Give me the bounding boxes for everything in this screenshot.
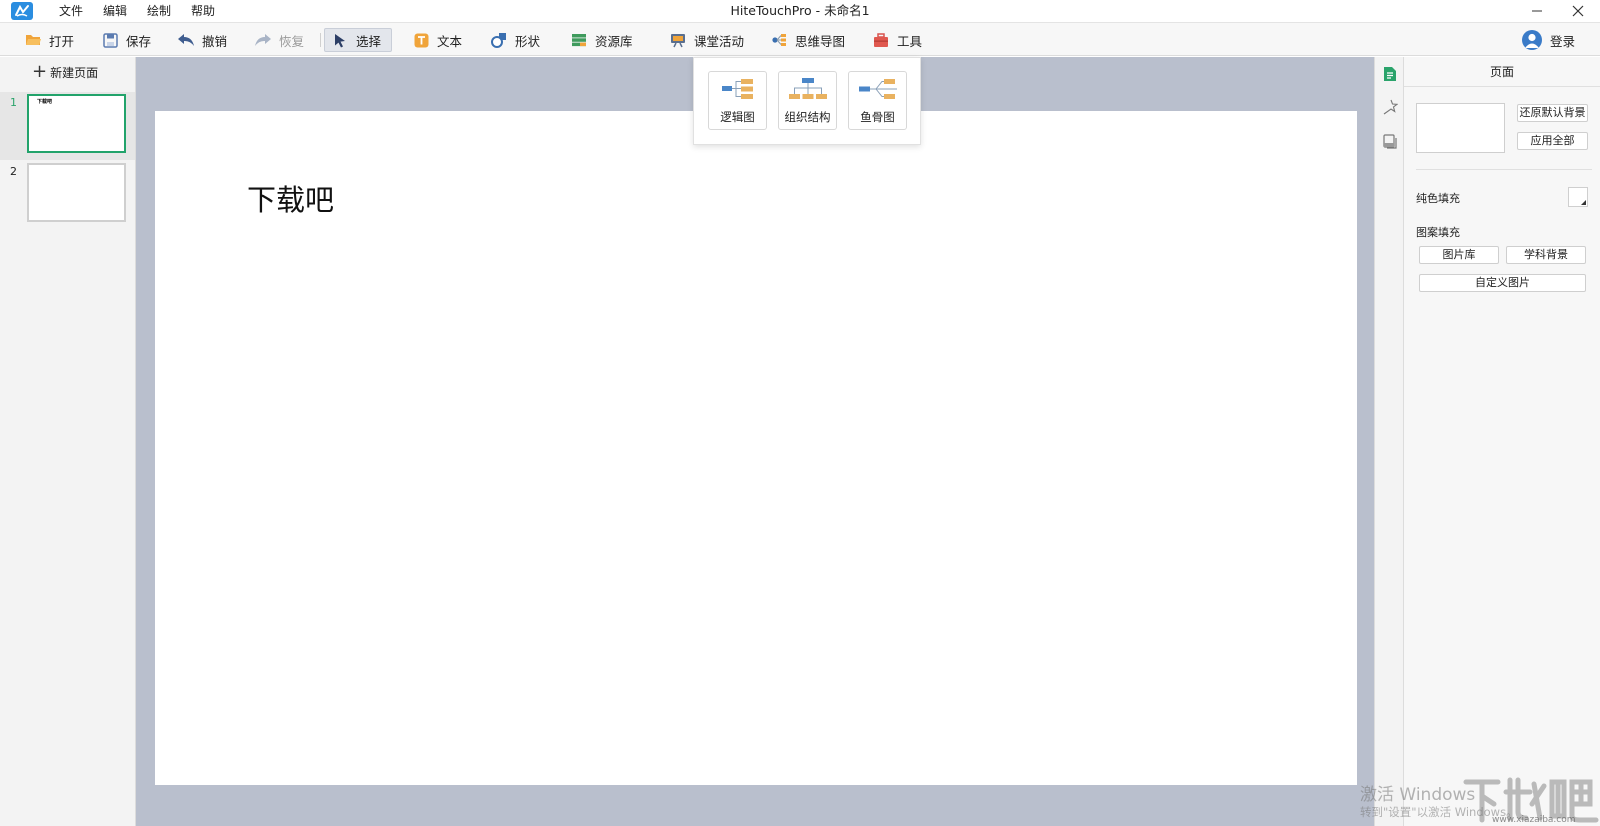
property-tabs-strip <box>1374 57 1404 826</box>
solid-fill-label: 纯色填充 <box>1416 192 1460 205</box>
page-icon <box>1384 67 1396 81</box>
layers-icon <box>1382 133 1397 149</box>
folder-icon <box>24 31 42 49</box>
classroom-icon <box>669 31 687 49</box>
resources-icon <box>570 31 588 49</box>
save-icon <box>101 31 119 49</box>
panel-title: 页面 <box>1404 57 1600 87</box>
main-toolbar: 打开 保存 撤销 恢复 选择 文本 形状 资源库 课堂活动 思维导图 工具 登录 <box>0 22 1600 56</box>
text-label: 文本 <box>437 33 463 49</box>
page-number: 1 <box>10 96 17 109</box>
apply-all-button[interactable]: 应用全部 <box>1517 132 1588 150</box>
logic-diagram-icon <box>709 77 766 103</box>
page-thumbnail-row[interactable]: 1 下载吧 <box>0 92 135 160</box>
open-button[interactable]: 打开 <box>18 28 80 52</box>
window-title: HiteTouchPro - 未命名1 <box>730 3 870 18</box>
pattern-fill-label: 图案填充 <box>1416 226 1460 239</box>
menu-bar: 文件 编辑 绘制 帮助 <box>49 0 225 22</box>
undo-icon <box>177 31 195 49</box>
close-icon <box>1572 5 1584 17</box>
logic-diagram-option[interactable]: 逻辑图 <box>708 71 767 130</box>
cursor-icon <box>331 31 349 49</box>
mindmap-icon <box>770 31 788 49</box>
redo-button[interactable]: 恢复 <box>248 28 310 52</box>
page-thumbnail-row[interactable]: 2 <box>0 161 135 229</box>
thumbnail-text: 下载吧 <box>37 99 53 105</box>
org-chart-label: 组织结构 <box>784 110 831 124</box>
panel-divider <box>1416 169 1592 170</box>
tools-label: 工具 <box>897 33 923 49</box>
undo-label: 撤销 <box>202 33 228 49</box>
menu-edit[interactable]: 编辑 <box>93 0 137 22</box>
page-thumbnail[interactable] <box>27 163 126 222</box>
resources-button[interactable]: 资源库 <box>564 28 639 52</box>
org-chart-icon <box>779 77 836 103</box>
login-button[interactable]: 登录 <box>1522 28 1575 52</box>
shape-icon <box>490 31 508 49</box>
fishbone-option[interactable]: 鱼骨图 <box>848 71 907 130</box>
layers-tab[interactable] <box>1380 131 1400 151</box>
redo-icon <box>254 31 272 49</box>
slide-canvas[interactable]: 下载吧 <box>155 111 1357 785</box>
select-label: 选择 <box>356 33 382 49</box>
fishbone-label: 鱼骨图 <box>860 110 895 124</box>
fill-color-picker[interactable] <box>1568 187 1588 207</box>
pages-panel: + 新建页面 1 下载吧 2 <box>0 57 136 826</box>
workspace: 下载吧 <box>136 57 1374 826</box>
login-label: 登录 <box>1550 33 1576 49</box>
fishbone-icon <box>849 77 906 103</box>
open-label: 打开 <box>49 33 75 49</box>
menu-file[interactable]: 文件 <box>49 0 93 22</box>
title-bar: 文件 编辑 绘制 帮助 HiteTouchPro - 未命名1 <box>0 0 1600 22</box>
new-page-label: 新建页面 <box>50 65 99 80</box>
shape-button[interactable]: 形状 <box>484 28 546 52</box>
page-number: 2 <box>10 165 17 178</box>
minimize-button[interactable] <box>1517 0 1557 22</box>
toolbox-icon <box>872 31 890 49</box>
page-properties-tab[interactable] <box>1380 64 1400 84</box>
mindmap-dropdown: 逻辑图 组织结构 鱼骨图 <box>693 57 921 145</box>
restore-default-bg-button[interactable]: 还原默认背景 <box>1517 104 1588 122</box>
user-avatar-icon <box>1522 30 1542 50</box>
undo-button[interactable]: 撤销 <box>171 28 233 52</box>
plus-icon: + <box>32 61 48 82</box>
canvas-text-box[interactable]: 下载吧 <box>247 177 334 219</box>
shape-label: 形状 <box>515 33 541 49</box>
mindmap-label: 思维导图 <box>795 33 846 49</box>
page-thumbnail[interactable]: 下载吧 <box>27 94 126 153</box>
save-label: 保存 <box>126 33 152 49</box>
toolbar-divider <box>320 33 321 47</box>
minimize-icon <box>1532 10 1542 12</box>
site-url-watermark: www.xiazaiba.com <box>1492 815 1576 825</box>
menu-help[interactable]: 帮助 <box>181 0 225 22</box>
text-button[interactable]: 文本 <box>406 28 468 52</box>
resources-label: 资源库 <box>595 33 633 49</box>
close-button[interactable] <box>1558 0 1598 22</box>
org-chart-option[interactable]: 组织结构 <box>778 71 837 130</box>
animation-tab[interactable] <box>1380 97 1400 117</box>
image-library-button[interactable]: 图片库 <box>1419 246 1499 264</box>
classroom-label: 课堂活动 <box>694 33 745 49</box>
save-button[interactable]: 保存 <box>95 28 157 52</box>
logic-diagram-label: 逻辑图 <box>720 110 755 124</box>
background-preview <box>1416 103 1505 153</box>
mindmap-button[interactable]: 思维导图 <box>764 28 851 52</box>
app-logo-icon <box>11 2 33 20</box>
subject-background-button[interactable]: 学科背景 <box>1506 246 1586 264</box>
redo-label: 恢复 <box>279 33 305 49</box>
text-icon <box>412 31 430 49</box>
new-page-button[interactable]: + 新建页面 <box>32 62 98 82</box>
menu-draw[interactable]: 绘制 <box>137 0 181 22</box>
tools-button[interactable]: 工具 <box>866 28 928 52</box>
properties-panel: 页面 还原默认背景 应用全部 纯色填充 图案填充 图片库 学科背景 自定义图片 <box>1404 57 1600 826</box>
select-button[interactable]: 选择 <box>324 28 392 52</box>
magic-wand-icon <box>1383 99 1398 115</box>
classroom-activity-button[interactable]: 课堂活动 <box>663 28 750 52</box>
custom-image-button[interactable]: 自定义图片 <box>1419 274 1586 292</box>
